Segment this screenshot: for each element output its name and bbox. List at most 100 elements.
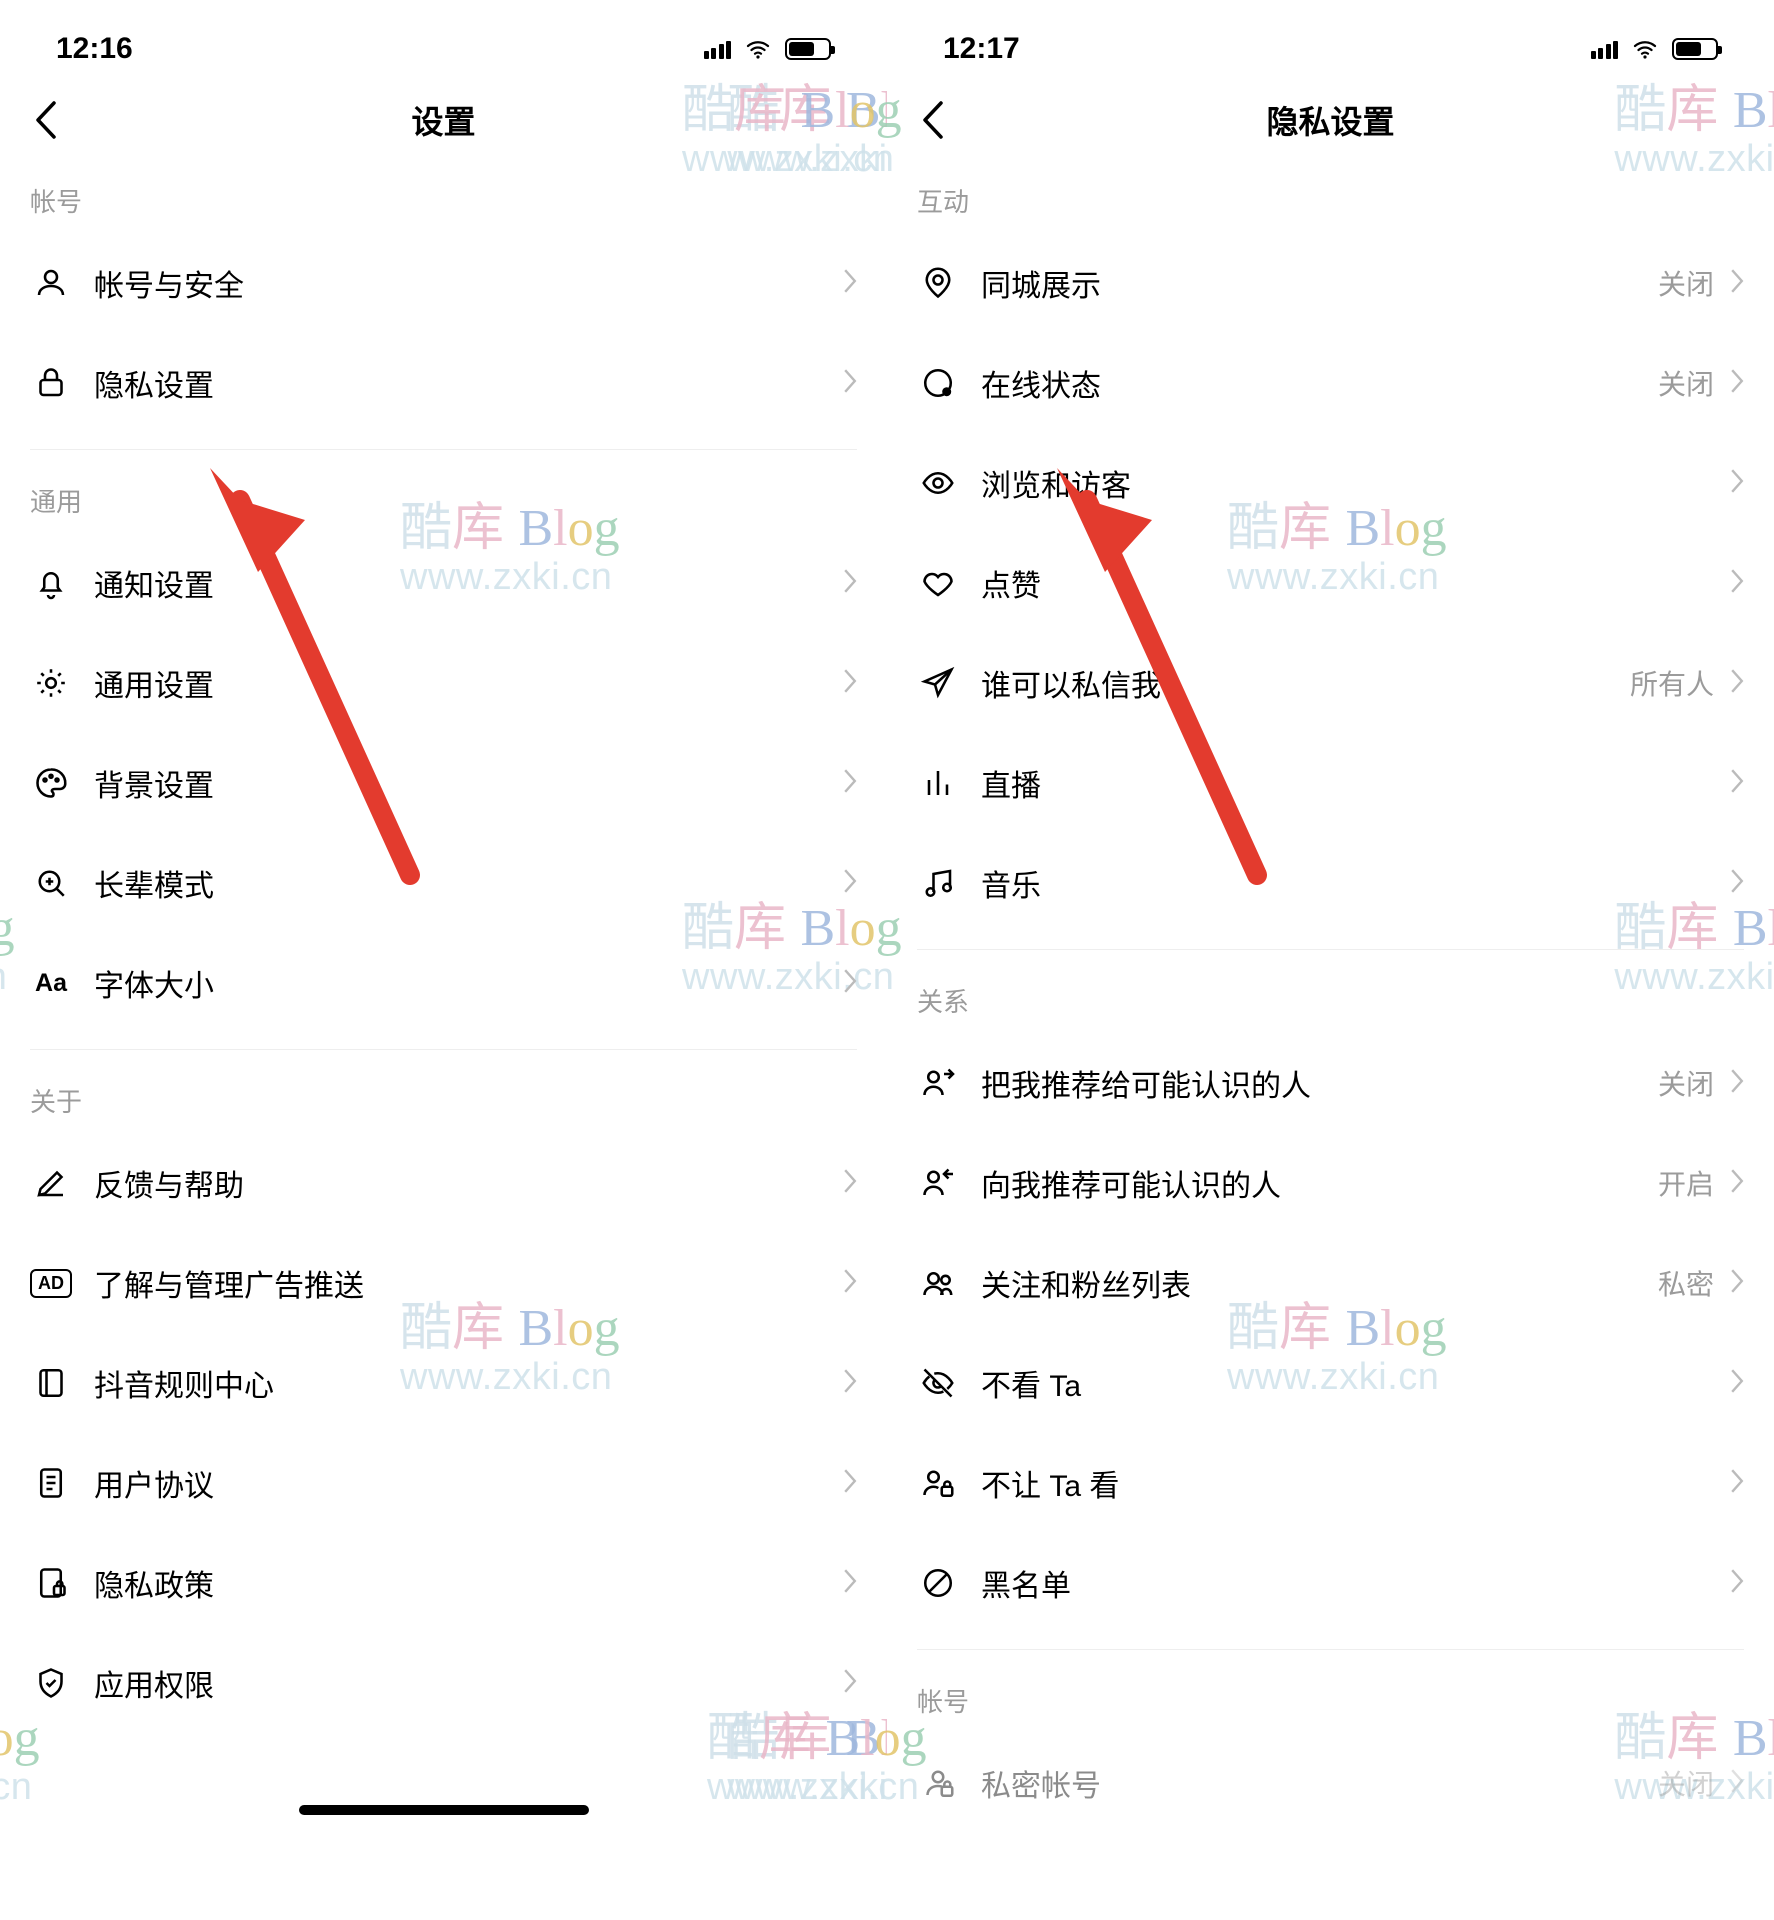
aa-icon: Aa xyxy=(30,962,72,1004)
chevron-right-icon xyxy=(1730,1169,1744,1198)
row-rules-center[interactable]: 抖音规则中心 xyxy=(0,1333,887,1433)
row-feedback-help[interactable]: 反馈与帮助 xyxy=(0,1133,887,1233)
row-label: 字体大小 xyxy=(94,961,843,1005)
row-value: 私密 xyxy=(1658,1263,1714,1303)
row-app-permissions[interactable]: 应用权限 xyxy=(0,1633,887,1733)
row-who-can-dm[interactable]: 谁可以私信我 所有人 xyxy=(887,633,1774,733)
chevron-right-icon xyxy=(1730,1069,1744,1098)
page-title: 隐私设置 xyxy=(1266,97,1394,143)
recommend-in-icon xyxy=(917,1162,959,1204)
chevron-right-icon xyxy=(1730,1569,1744,1598)
row-same-city[interactable]: 同城展示 关闭 xyxy=(887,233,1774,333)
row-font-size[interactable]: Aa 字体大小 xyxy=(0,933,887,1033)
row-dont-see[interactable]: 不看 Ta xyxy=(887,1333,1774,1433)
row-background-settings[interactable]: 背景设置 xyxy=(0,733,887,833)
bars-icon xyxy=(917,762,959,804)
row-privacy-settings[interactable]: 隐私设置 xyxy=(0,333,887,433)
row-private-account[interactable]: 私密帐号 关闭 xyxy=(887,1733,1774,1833)
status-time: 12:17 xyxy=(943,32,1020,66)
chevron-right-icon xyxy=(843,1469,857,1498)
row-online-status[interactable]: 在线状态 关闭 xyxy=(887,333,1774,433)
screen-privacy-settings: 酷库 Blog www.zxki.cn 酷库 Blog www.zxki.cn … xyxy=(887,0,1774,1833)
chevron-right-icon xyxy=(1730,269,1744,298)
send-icon xyxy=(917,662,959,704)
row-elder-mode[interactable]: 长辈模式 xyxy=(0,833,887,933)
chevron-right-icon xyxy=(1730,369,1744,398)
row-live[interactable]: 直播 xyxy=(887,733,1774,833)
gear-icon xyxy=(30,662,72,704)
row-label: 把我推荐给可能认识的人 xyxy=(981,1061,1658,1105)
page-header: 设置 xyxy=(0,76,887,164)
chevron-right-icon xyxy=(1730,569,1744,598)
row-value: 关闭 xyxy=(1658,263,1714,303)
row-label: 隐私设置 xyxy=(94,361,843,405)
row-label: 音乐 xyxy=(981,861,1730,905)
row-recommend-to-me[interactable]: 向我推荐可能认识的人 开启 xyxy=(887,1133,1774,1233)
row-value: 关闭 xyxy=(1658,363,1714,403)
pencil-icon xyxy=(30,1162,72,1204)
battery-icon xyxy=(1672,38,1718,60)
row-recommend-me[interactable]: 把我推荐给可能认识的人 关闭 xyxy=(887,1033,1774,1133)
status-bar: 12:17 xyxy=(887,0,1774,76)
row-value: 关闭 xyxy=(1658,1763,1714,1803)
chevron-right-icon xyxy=(843,1269,857,1298)
row-value: 开启 xyxy=(1658,1163,1714,1203)
chevron-right-icon xyxy=(843,969,857,998)
row-music[interactable]: 音乐 xyxy=(887,833,1774,933)
status-bar: 12:16 xyxy=(0,0,887,76)
chevron-right-icon xyxy=(1730,769,1744,798)
row-label: 应用权限 xyxy=(94,1661,843,1705)
private-icon xyxy=(917,1762,959,1804)
row-dont-let-see[interactable]: 不让 Ta 看 xyxy=(887,1433,1774,1533)
row-value: 关闭 xyxy=(1658,1063,1714,1103)
row-blacklist[interactable]: 黑名单 xyxy=(887,1533,1774,1633)
signal-icon xyxy=(1591,39,1619,59)
magnify-icon xyxy=(30,862,72,904)
eye-off-icon xyxy=(917,1362,959,1404)
back-button[interactable] xyxy=(22,96,70,144)
section-label-relation: 关系 xyxy=(887,950,1774,1033)
lock-icon xyxy=(30,362,72,404)
section-label-interaction: 互动 xyxy=(887,164,1774,233)
chevron-right-icon xyxy=(1730,1469,1744,1498)
row-label: 隐私政策 xyxy=(94,1561,843,1605)
eye-icon xyxy=(917,462,959,504)
wifi-icon xyxy=(1632,38,1658,60)
row-label: 不看 Ta xyxy=(981,1361,1730,1405)
row-manage-ads[interactable]: AD 了解与管理广告推送 xyxy=(0,1233,887,1333)
bell-icon xyxy=(30,562,72,604)
row-notification-settings[interactable]: 通知设置 xyxy=(0,533,887,633)
ad-icon: AD xyxy=(30,1262,72,1304)
row-label: 浏览和访客 xyxy=(981,461,1730,505)
chevron-right-icon xyxy=(843,769,857,798)
row-likes[interactable]: 点赞 xyxy=(887,533,1774,633)
row-label: 点赞 xyxy=(981,561,1730,605)
user-icon xyxy=(30,262,72,304)
chevron-right-icon xyxy=(843,569,857,598)
chevron-right-icon xyxy=(1730,1369,1744,1398)
pin-icon xyxy=(917,262,959,304)
section-label-account2: 帐号 xyxy=(887,1650,1774,1733)
row-general-settings[interactable]: 通用设置 xyxy=(0,633,887,733)
row-account-security[interactable]: 帐号与安全 xyxy=(0,233,887,333)
music-icon xyxy=(917,862,959,904)
row-user-agreement[interactable]: 用户协议 xyxy=(0,1433,887,1533)
row-label: 谁可以私信我 xyxy=(981,661,1630,705)
row-label: 私密帐号 xyxy=(981,1761,1658,1805)
recommend-out-icon xyxy=(917,1062,959,1104)
chevron-right-icon xyxy=(843,1569,857,1598)
row-label: 直播 xyxy=(981,761,1730,805)
chevron-right-icon xyxy=(843,1669,857,1698)
row-label: 同城展示 xyxy=(981,261,1658,305)
row-privacy-policy[interactable]: 隐私政策 xyxy=(0,1533,887,1633)
chevron-right-icon xyxy=(843,869,857,898)
screen-settings: 酷库 Blog www.zxki.cn 酷库 Blog www.zxki.cn … xyxy=(0,0,887,1833)
row-label: 黑名单 xyxy=(981,1561,1730,1605)
row-followers-list[interactable]: 关注和粉丝列表 私密 xyxy=(887,1233,1774,1333)
chevron-right-icon xyxy=(843,369,857,398)
section-label-general: 通用 xyxy=(0,450,887,533)
row-label: 用户协议 xyxy=(94,1461,843,1505)
back-button[interactable] xyxy=(909,96,957,144)
row-browse-visitors[interactable]: 浏览和访客 xyxy=(887,433,1774,533)
book-icon xyxy=(30,1362,72,1404)
